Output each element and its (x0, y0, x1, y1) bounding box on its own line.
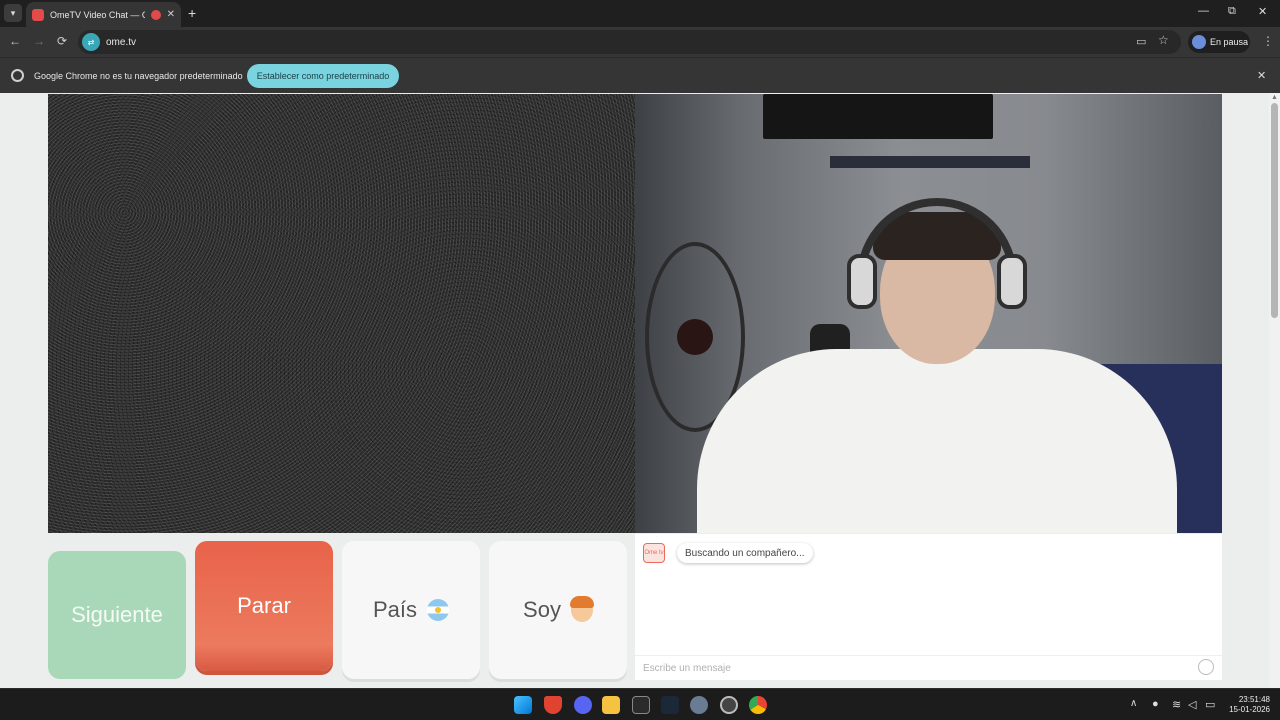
white-tshirt (697, 349, 1177, 533)
brave-icon[interactable] (544, 696, 562, 714)
chrome-taskbar-icon[interactable] (749, 696, 767, 714)
browser-tab[interactable]: OmeTV Video Chat — Ome ✕ (26, 2, 181, 27)
next-button[interactable]: Siguiente (48, 551, 186, 679)
local-webcam-video (635, 94, 1222, 533)
new-tab-button[interactable]: + (188, 5, 196, 21)
message-input[interactable] (635, 655, 1222, 680)
scroll-thumb[interactable] (1271, 103, 1278, 318)
gender-button[interactable]: Soy (489, 541, 627, 679)
wifi-icon[interactable]: ≋ (1172, 698, 1181, 711)
minimize-icon[interactable]: — (1198, 5, 1209, 17)
cast-icon[interactable]: ▭ (1136, 35, 1146, 48)
discord-icon[interactable] (574, 696, 592, 714)
gender-label: Soy (523, 597, 561, 622)
system-clock[interactable]: 23:51:48 15-01-2026 (1226, 695, 1270, 715)
remote-video-static (48, 94, 635, 533)
status-message: Buscando un compañero... (677, 543, 813, 563)
default-browser-infobar: Google Chrome no es tu navegador predete… (0, 57, 1280, 93)
browser-toolbar: ← → ⟳ ⇄ ome.tv ▭ ☆ En pausa ⋮ (0, 27, 1280, 57)
url-text: ome.tv (106, 36, 137, 48)
country-button[interactable]: País (342, 541, 480, 679)
person-emoji-icon (569, 596, 594, 622)
steam-icon[interactable] (661, 696, 679, 714)
chrome-icon (11, 69, 24, 82)
profile-label: En pausa (1210, 37, 1249, 47)
epic-games-icon[interactable] (632, 696, 650, 714)
infobar-message: Google Chrome no es tu navegador predete… (34, 71, 243, 81)
menu-icon[interactable]: ⋮ (1262, 34, 1274, 48)
recording-icon (150, 9, 161, 20)
clock-time: 23:51:48 (1238, 695, 1270, 704)
tab-title: OmeTV Video Chat — Ome (50, 9, 145, 20)
ometv-logo: Ome tv (643, 543, 665, 563)
avatar (1192, 35, 1206, 49)
page-content: Siguiente Parar País Soy Ome tv Buscando… (0, 93, 1280, 688)
tab-strip: ▾ OmeTV Video Chat — Ome ✕ + — ⧉ ✕ (0, 0, 1280, 27)
favicon-icon (32, 8, 44, 21)
headset-right-cup (997, 254, 1027, 309)
chat-panel: Ome tv Buscando un compañero... (635, 534, 1222, 680)
profile-button[interactable]: En pausa (1188, 31, 1250, 53)
headset-left-cup (847, 254, 877, 309)
forward-icon[interactable]: → (33, 34, 45, 48)
settings-icon[interactable] (690, 696, 708, 714)
set-default-button[interactable]: Establecer como predeterminado (247, 64, 399, 88)
tray-chevron-icon[interactable]: ∧ (1130, 698, 1137, 709)
infobar-close-icon[interactable]: ✕ (1257, 69, 1266, 82)
country-label: País (372, 597, 418, 622)
star-icon[interactable]: ☆ (1158, 33, 1169, 47)
tab-list-icon[interactable]: ▾ (4, 4, 22, 22)
back-icon[interactable]: ← (9, 34, 21, 48)
maximize-icon[interactable]: ⧉ (1228, 5, 1236, 18)
obs-icon[interactable] (720, 696, 738, 714)
battery-icon[interactable]: ▭ (1205, 698, 1215, 711)
windows-taskbar: ∧ ● ≋ ◁ ▭ 23:51:48 15-01-2026 (0, 688, 1280, 720)
tab-close-icon[interactable]: ✕ (167, 9, 175, 20)
fan-hub (677, 319, 713, 355)
volume-icon[interactable]: ◁ (1188, 698, 1196, 711)
address-bar[interactable]: ⇄ ome.tv (78, 30, 1181, 54)
scroll-up-icon[interactable]: ▲ (1271, 94, 1278, 101)
flag-argentina-icon (427, 599, 450, 621)
smile-icon[interactable] (1198, 659, 1214, 675)
wall-rack (830, 156, 1030, 168)
windows-start-icon[interactable] (514, 696, 532, 714)
page-scrollbar[interactable]: ▲ (1269, 93, 1280, 688)
tv-screen (763, 94, 993, 139)
window-close-icon[interactable]: ✕ (1258, 5, 1267, 18)
file-explorer-icon[interactable] (602, 696, 620, 714)
reload-icon[interactable]: ⟳ (57, 34, 67, 48)
clock-date: 15-01-2026 (1229, 705, 1270, 714)
microphone-icon[interactable]: ● (1152, 698, 1159, 710)
stop-button[interactable]: Parar (195, 541, 333, 671)
site-info-icon[interactable]: ⇄ (82, 33, 100, 51)
